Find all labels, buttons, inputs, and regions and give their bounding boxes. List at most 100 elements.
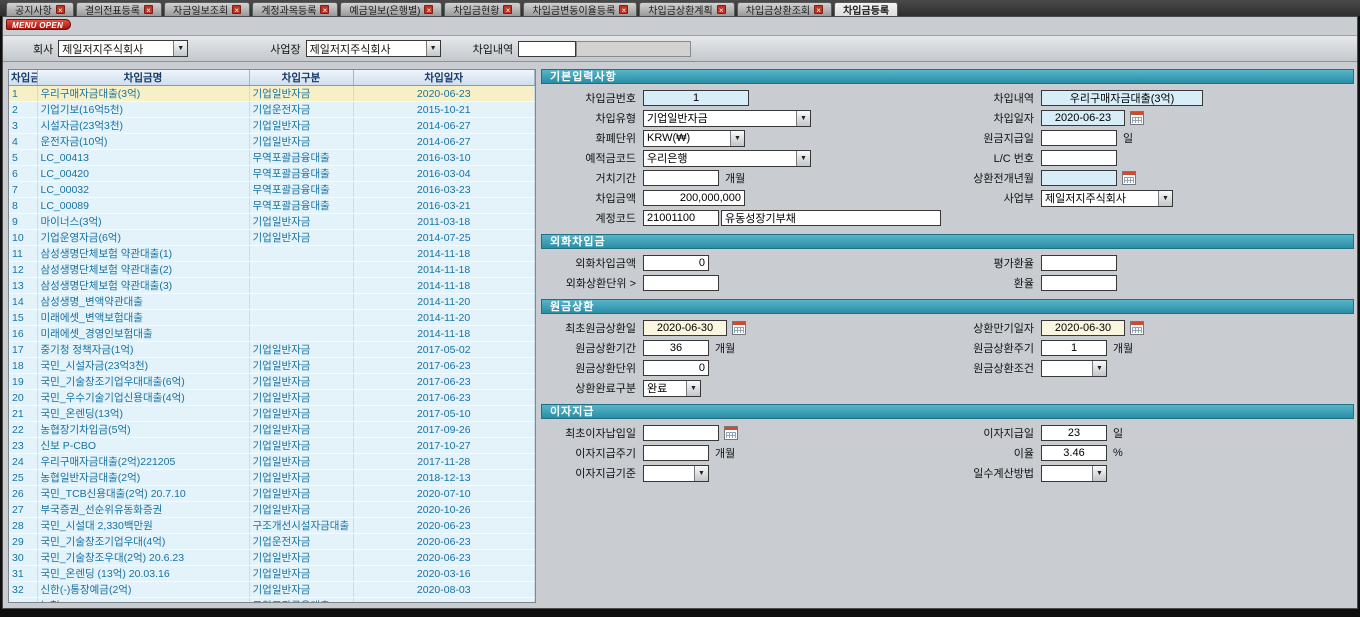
table-row[interactable]: 10기업운영자금(6억)기업일반자금2014-07-25 [9, 230, 535, 246]
principal-repay-unit-field[interactable] [643, 360, 709, 376]
calendar-icon[interactable] [1130, 111, 1144, 125]
principal-repay-condition-select[interactable]: ▼ [1041, 360, 1107, 377]
day-count-method-select[interactable]: ▼ [1041, 465, 1107, 482]
table-row[interactable]: 24우리구매자금대출(2억)221205기업일반자금2017-11-28 [9, 454, 535, 470]
tab-공지사항[interactable]: 공지사항× [6, 2, 74, 16]
grace-period-field[interactable] [643, 170, 719, 186]
table-row[interactable]: 32신한(-)통장예금(2억)기업일반자금2020-08-03 [9, 582, 535, 598]
maturity-date-field[interactable] [1041, 320, 1125, 336]
fx-loan-amount-field[interactable] [643, 255, 709, 271]
table-row[interactable]: 25농협일반자금대출(2억)기업일반자금2018-12-13 [9, 470, 535, 486]
table-row[interactable]: 4운전자금(10억)기업일반자금2014-06-27 [9, 134, 535, 150]
table-row[interactable]: 6LC_00420무역포괄금융대출2016-03-04 [9, 166, 535, 182]
tab-close-icon[interactable]: × [814, 5, 823, 14]
tab-close-icon[interactable]: × [717, 5, 726, 14]
tab-차입금현황[interactable]: 차입금현황× [444, 2, 521, 16]
table-row[interactable]: 29국민_기술창조기업우대(4억)기업운전자금2020-06-23 [9, 534, 535, 550]
table-row[interactable]: 22농협장기차입금(5억)기업일반자금2017-09-26 [9, 422, 535, 438]
exchange-rate-field[interactable] [1041, 275, 1117, 291]
table-row[interactable]: 15미래에셋_변액보험대출2014-11-20 [9, 310, 535, 326]
table-row[interactable]: 20국민_우수기술기업신용대출(4억)기업일반자금2017-06-23 [9, 390, 535, 406]
table-row[interactable]: 17중기청 정책자금(1억)기업일반자금2017-05-02 [9, 342, 535, 358]
tab-차입금상환계획[interactable]: 차입금상환계획× [639, 2, 734, 16]
menu-open-button[interactable]: MENU OPEN [6, 19, 71, 30]
tab-계정과목등록[interactable]: 계정과목등록× [252, 2, 338, 16]
loan-description-field[interactable] [1041, 90, 1203, 106]
tab-차입금상환조회[interactable]: 차입금상환조회× [737, 2, 832, 16]
tab-차입금등록[interactable]: 차입금등록 [834, 2, 898, 16]
interest-basis-select[interactable]: ▼ [643, 465, 709, 482]
table-row[interactable]: 18국민_시설자금(23억3천)기업일반자금2017-06-23 [9, 358, 535, 374]
foreign-section-header: 외화차입금 [541, 234, 1354, 249]
loan-name-cell: 삼성생명단체보험 약관대출(1) [37, 246, 249, 262]
table-row[interactable]: 19국민_기술창조기업우대대출(6억)기업일반자금2017-06-23 [9, 374, 535, 390]
table-row[interactable]: 1우리구매자금대출(3억)기업일반자금2020-06-23 [9, 86, 535, 102]
calendar-icon[interactable] [724, 426, 738, 440]
table-row[interactable]: 23신보 P-CBO기업일반자금2017-10-27 [9, 438, 535, 454]
lc-number-field[interactable] [1041, 150, 1117, 166]
interest-pay-cycle-field[interactable] [643, 445, 709, 461]
col-header-loan-date[interactable]: 차입일자 [353, 70, 535, 86]
loan-desc-search-input[interactable] [518, 41, 576, 57]
site-select[interactable]: 제일저지주식회사 ▼ [306, 40, 441, 57]
table-row[interactable]: 11삼성생명단체보험 약관대출(1)2014-11-18 [9, 246, 535, 262]
deposit-code-select[interactable]: 우리은행 ▼ [643, 150, 811, 167]
repay-complete-select[interactable]: 완료 ▼ [643, 380, 701, 397]
table-row[interactable]: 16미래에셋_경영인보험대출2014-11-18 [9, 326, 535, 342]
table-row[interactable]: 14삼성생명_변액약관대출2014-11-20 [9, 294, 535, 310]
currency-select[interactable]: KRW(₩) ▼ [643, 130, 745, 147]
calendar-icon[interactable] [1122, 171, 1136, 185]
tab-close-icon[interactable]: × [619, 5, 628, 14]
loan-amount-field[interactable] [643, 190, 745, 206]
tab-close-icon[interactable]: × [144, 5, 153, 14]
tab-close-icon[interactable]: × [232, 5, 241, 14]
col-header-loan-code[interactable]: 차입금코드 [9, 70, 37, 86]
division-select[interactable]: 제일저지주식회사 ▼ [1041, 190, 1173, 207]
tab-예금일보(은행별)[interactable]: 예금일보(은행별)× [340, 2, 442, 16]
col-header-loan-type[interactable]: 차입구분 [249, 70, 353, 86]
loan-number-field[interactable] [643, 90, 749, 106]
tab-close-icon[interactable]: × [56, 5, 65, 14]
calendar-icon[interactable] [732, 321, 746, 335]
account-code-field[interactable] [643, 210, 719, 226]
tab-close-icon[interactable]: × [424, 5, 433, 14]
col-header-loan-name[interactable]: 차입금명 [37, 70, 249, 86]
tab-결의전표등록[interactable]: 결의전표등록× [76, 2, 162, 16]
table-row[interactable]: 8LC_00089무역포괄금융대출2016-03-21 [9, 198, 535, 214]
loan-name-cell: 국민_온렌딩(13억) [37, 406, 249, 422]
eval-exchange-rate-field[interactable] [1041, 255, 1117, 271]
principal-repay-cycle-field[interactable] [1041, 340, 1107, 356]
first-principal-repay-date-field[interactable] [643, 320, 727, 336]
table-row[interactable]: 33농협USANCE무역포괄금융대출2020-01-01 [9, 598, 535, 604]
table-row[interactable]: 31국민_온렌딩 (13억) 20.03.16기업일반자금2020-03-16 [9, 566, 535, 582]
table-row[interactable]: 9마이너스(3억)기업일반자금2011-03-18 [9, 214, 535, 230]
company-select[interactable]: 제일저지주식회사 ▼ [58, 40, 188, 57]
table-row[interactable]: 28국민_시설대 2,330백만원구조개선시설자금대출2020-06-23 [9, 518, 535, 534]
interest-rate-field[interactable] [1041, 445, 1107, 461]
loan-date-field[interactable] [1041, 110, 1125, 126]
table-row[interactable]: 5LC_00413무역포괄금융대출2016-03-10 [9, 150, 535, 166]
tab-close-icon[interactable]: × [320, 5, 329, 14]
loan-type-select[interactable]: 기업일반자금 ▼ [643, 110, 811, 127]
principal-repay-period-field[interactable] [643, 340, 709, 356]
loan-date-cell: 2017-05-10 [353, 406, 535, 422]
table-row[interactable]: 3시설자금(23억3천)기업일반자금2014-06-27 [9, 118, 535, 134]
table-row[interactable]: 27부국증권_선순위유동화증권기업일반자금2020-10-26 [9, 502, 535, 518]
table-row[interactable]: 26국민_TCB신용대출(2억) 20.7.10기업일반자금2020-07-10 [9, 486, 535, 502]
table-row[interactable]: 2기업기보(16억5천)기업운전자금2015-10-21 [9, 102, 535, 118]
table-row[interactable]: 30국민_기술창조우대(2억) 20.6.23기업일반자금2020-06-23 [9, 550, 535, 566]
account-name-field[interactable] [721, 210, 941, 226]
fx-repay-unit-field[interactable] [643, 275, 719, 291]
principal-payment-day-field[interactable] [1041, 130, 1117, 146]
tab-close-icon[interactable]: × [503, 5, 512, 14]
table-row[interactable]: 7LC_00032무역포괄금융대출2016-03-23 [9, 182, 535, 198]
first-interest-pay-date-field[interactable] [643, 425, 719, 441]
calendar-icon[interactable] [1130, 321, 1144, 335]
tab-자금일보조회[interactable]: 자금일보조회× [164, 2, 250, 16]
table-row[interactable]: 13삼성생명단체보험 약관대출(3)2014-11-18 [9, 278, 535, 294]
table-row[interactable]: 12삼성생명단체보험 약관대출(2)2014-11-18 [9, 262, 535, 278]
interest-pay-day-field[interactable] [1041, 425, 1107, 441]
pre-repayment-month-field[interactable] [1041, 170, 1117, 186]
tab-차입금변동이율등록[interactable]: 차입금변동이율등록× [523, 2, 637, 16]
table-row[interactable]: 21국민_온렌딩(13억)기업일반자금2017-05-10 [9, 406, 535, 422]
